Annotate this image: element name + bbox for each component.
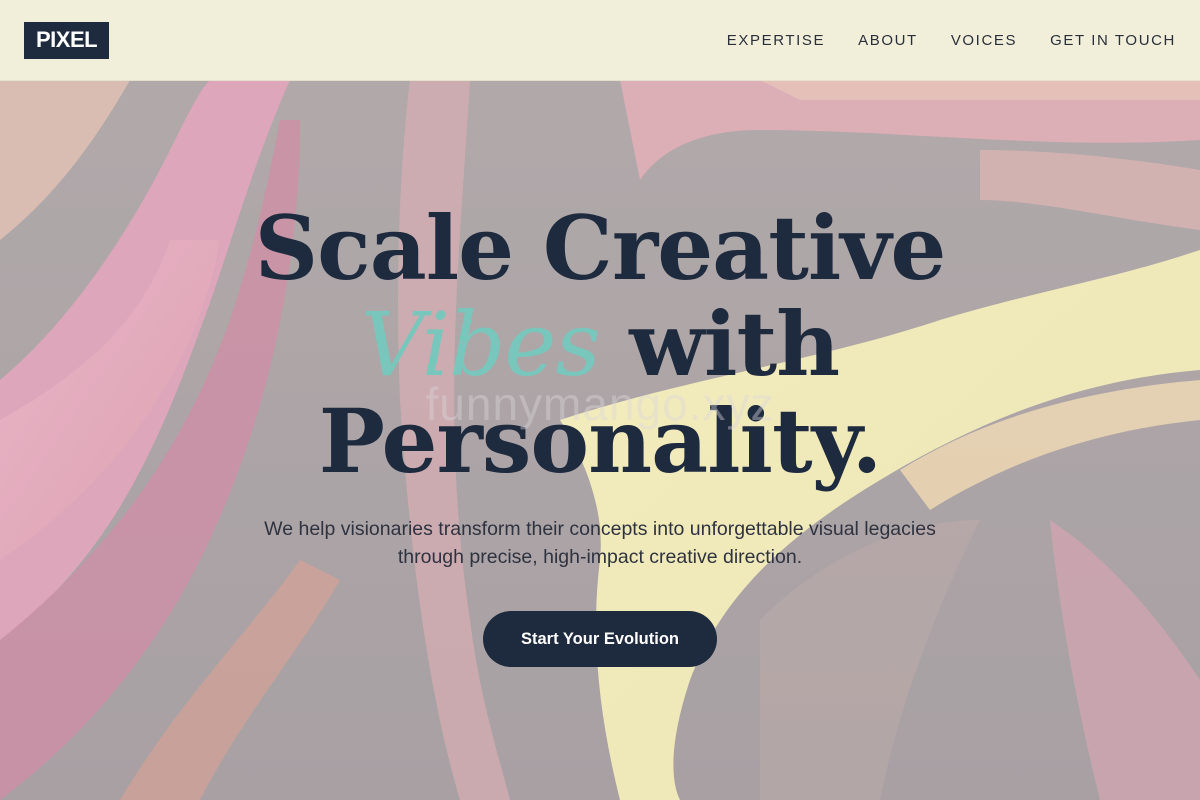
- hero-subtitle: We help visionaries transform their conc…: [264, 518, 936, 568]
- hero-headline: Scale Creative Vibes with Personality.: [255, 200, 947, 489]
- nav-link-expertise[interactable]: EXPERTISE: [727, 32, 825, 49]
- nav-link-get-in-touch[interactable]: GET IN TOUCH: [1050, 32, 1176, 49]
- headline-line-2: with: [599, 292, 840, 396]
- start-evolution-button[interactable]: Start Your Evolution: [483, 611, 717, 667]
- top-navbar: PIXEL EXPERTISE ABOUT VOICES GET IN TOUC…: [0, 0, 1200, 81]
- headline-line-1: Scale Creative: [254, 196, 947, 300]
- headline-line-3: Personality.: [318, 389, 883, 493]
- nav-link-about[interactable]: ABOUT: [858, 32, 918, 49]
- nav-links: EXPERTISE ABOUT VOICES GET IN TOUCH: [727, 32, 1176, 49]
- brand-logo[interactable]: PIXEL: [24, 21, 110, 59]
- nav-link-voices[interactable]: VOICES: [951, 32, 1017, 49]
- hero-section: Scale Creative Vibes with Personality. W…: [0, 200, 1200, 667]
- headline-accent-word: Vibes: [360, 293, 601, 396]
